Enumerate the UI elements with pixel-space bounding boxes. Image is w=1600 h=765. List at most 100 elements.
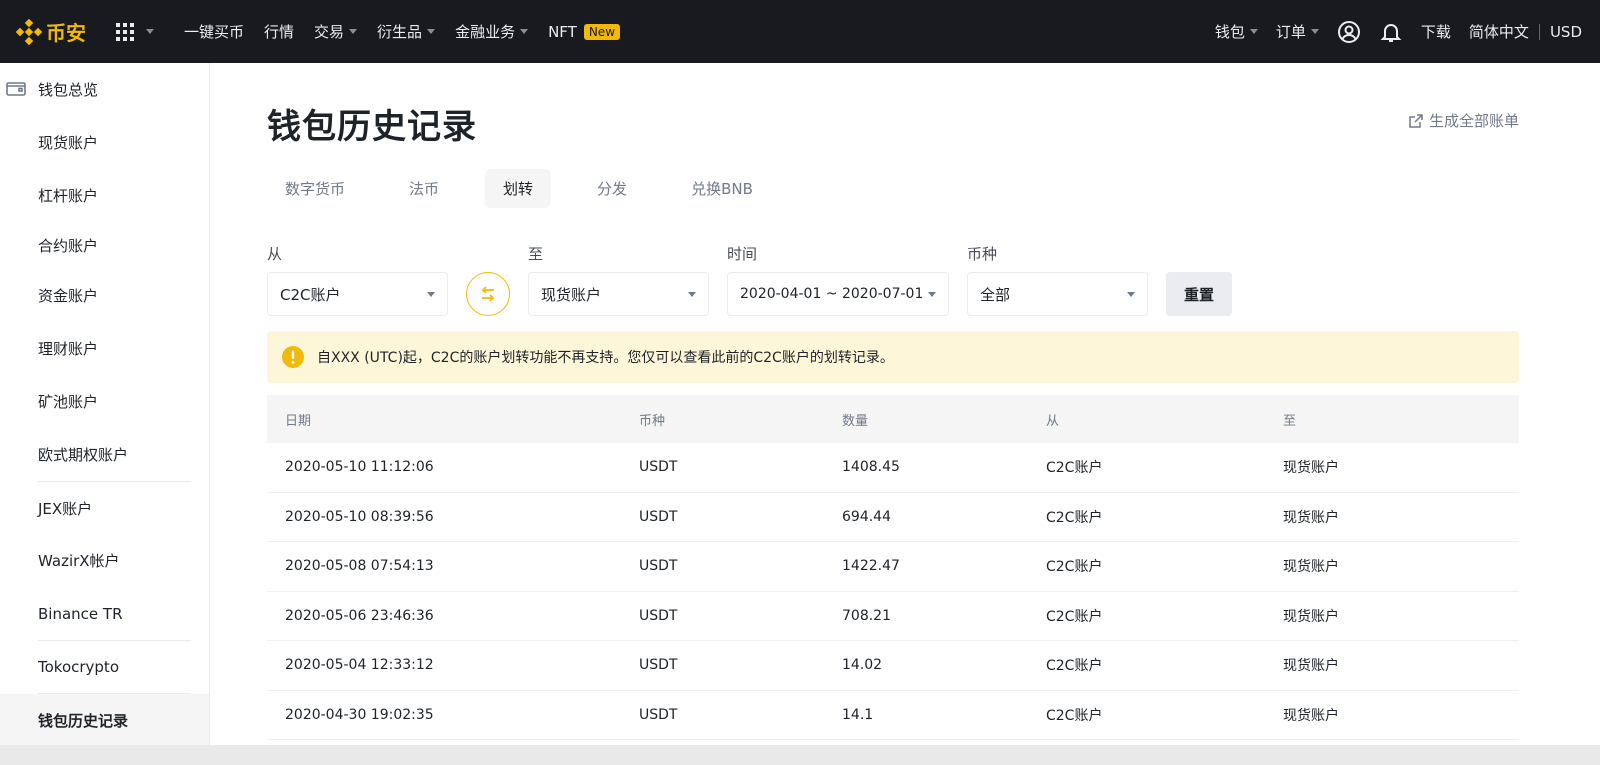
column-header-amount[interactable]: 数量: [842, 410, 1046, 429]
from-account-select[interactable]: C2C账户: [267, 272, 448, 316]
nav-label: 钱包: [1214, 23, 1245, 41]
chevron-down-icon: [146, 29, 154, 34]
tab-fiat[interactable]: 法币: [391, 169, 457, 208]
cell-coin: USDT: [639, 607, 678, 624]
sidebar-item-wallet-history[interactable]: 钱包历史记录: [0, 694, 209, 747]
warning-icon: [282, 346, 304, 368]
time-label: 时间: [727, 245, 758, 263]
tab-convert-bnb[interactable]: 兑换BNB: [673, 169, 771, 208]
user-account-button[interactable]: [1328, 0, 1370, 63]
tab-label: 划转: [503, 180, 534, 198]
nav-orders[interactable]: 订单: [1267, 0, 1328, 63]
date-range-select[interactable]: 2020-04-01 ~ 2020-07-01: [727, 272, 949, 316]
from-label: 从: [267, 245, 283, 263]
cell-coin: USDT: [639, 706, 678, 723]
sidebar-item-label: 钱包历史记录: [38, 712, 129, 730]
chevron-down-icon: [688, 291, 696, 297]
sidebar-item-funding[interactable]: 资金账户: [0, 269, 209, 322]
sidebar-item-label: 资金账户: [38, 287, 99, 305]
cell-coin: USDT: [639, 558, 678, 575]
top-navbar: 币安 一键买币 行情 交易 衍生品 金融业务 NFT New 钱包 订单 下载 …: [0, 0, 1600, 63]
brand-logo[interactable]: 币安: [16, 17, 86, 46]
sidebar-item-jex[interactable]: JEX账户: [0, 482, 209, 534]
sidebar-item-spot[interactable]: 现货账户: [0, 116, 209, 169]
sidebar-item-tokocrypto[interactable]: Tokocrypto: [0, 641, 209, 693]
cell-date: 2020-05-04 12:33:12: [285, 657, 434, 674]
cell-date: 2020-04-30 19:02:35: [285, 706, 434, 723]
cell-to: 现货账户: [1283, 509, 1339, 526]
select-value: 现货账户: [541, 285, 602, 304]
cell-amount: 1408.45: [842, 459, 900, 476]
table-row: 2020-04-30 19:02:35 USDT 14.1 C2C账户 现货账户: [267, 691, 1519, 740]
column-header-coin[interactable]: 币种: [639, 410, 842, 429]
chevron-down-icon: [520, 29, 529, 34]
chevron-down-icon: [928, 291, 936, 297]
new-badge: New: [583, 23, 621, 40]
cell-to: 现货账户: [1283, 608, 1339, 625]
language-selector[interactable]: 简体中文: [1460, 0, 1537, 63]
column-header-to[interactable]: 至: [1283, 410, 1519, 429]
sidebar-item-options[interactable]: 欧式期权账户: [0, 428, 209, 481]
cell-amount: 708.21: [842, 607, 891, 624]
tab-distribution[interactable]: 分发: [579, 169, 645, 208]
nav-markets[interactable]: 行情: [254, 0, 304, 63]
sidebar-item-wallet-overview[interactable]: 钱包总览: [0, 63, 209, 116]
currency-selector[interactable]: USD: [1542, 0, 1582, 63]
cell-to: 现货账户: [1283, 658, 1339, 675]
nav-buy-crypto[interactable]: 一键买币: [174, 0, 254, 63]
nav-nft[interactable]: NFT New: [538, 0, 630, 63]
sidebar-item-label: Binance TR: [38, 604, 123, 623]
nav-label: 订单: [1275, 23, 1306, 41]
table-header: 日期 币种 数量 从 至: [267, 395, 1519, 443]
nav-finance[interactable]: 金融业务: [445, 0, 538, 63]
nav-download[interactable]: 下载: [1412, 0, 1460, 63]
cell-from: C2C账户: [1046, 460, 1103, 477]
external-link-icon: [1409, 113, 1423, 128]
sidebar-item-label: 现货账户: [38, 134, 99, 152]
coin-select[interactable]: 全部: [967, 272, 1148, 316]
column-header-from[interactable]: 从: [1046, 410, 1283, 429]
sidebar-item-wazirx[interactable]: WazirX帐户: [0, 534, 209, 587]
column-header-date[interactable]: 日期: [267, 410, 639, 429]
notifications-button[interactable]: [1370, 0, 1412, 63]
export-statement-link[interactable]: 生成全部账单: [1409, 110, 1519, 131]
coin-field: 币种 全部: [967, 243, 1148, 316]
select-value: C2C账户: [280, 285, 341, 304]
nav-trade[interactable]: 交易: [304, 0, 367, 63]
table-row: 2020-05-10 08:39:56 USDT 694.44 C2C账户 现货…: [267, 493, 1519, 542]
chevron-down-icon: [427, 291, 435, 297]
reset-button[interactable]: 重置: [1166, 272, 1232, 316]
sidebar-item-label: 合约账户: [38, 237, 99, 255]
tab-transfer[interactable]: 划转: [485, 169, 552, 208]
sidebar-item-pool[interactable]: 矿池账户: [0, 375, 209, 428]
cell-date: 2020-05-06 23:46:36: [285, 607, 434, 624]
brand-name: 币安: [46, 21, 86, 45]
nav-wallet[interactable]: 钱包: [1206, 0, 1267, 63]
sidebar-item-earn[interactable]: 理财账户: [0, 322, 209, 375]
swap-accounts-button[interactable]: [466, 272, 510, 316]
nav-label: 行情: [264, 23, 295, 41]
nav-label: 交易: [314, 23, 345, 41]
tab-label: 分发: [597, 180, 628, 198]
sidebar-item-margin[interactable]: 杠杆账户: [0, 169, 209, 222]
binance-logo-icon: [16, 18, 42, 45]
nav-derivatives[interactable]: 衍生品: [367, 0, 445, 63]
nav-label: 一键买币: [184, 23, 245, 41]
nav-label: 金融业务: [455, 23, 516, 41]
cell-amount: 14.02: [842, 657, 883, 674]
sidebar-item-futures[interactable]: 合约账户: [0, 222, 209, 269]
tab-label: 法币: [409, 180, 440, 198]
coin-label: 币种: [967, 245, 998, 263]
cell-to: 现货账户: [1283, 559, 1339, 576]
apps-menu[interactable]: [116, 22, 154, 41]
sidebar-item-binance-tr[interactable]: Binance TR: [0, 587, 209, 640]
sidebar-item-label: 杠杆账户: [38, 187, 99, 205]
swap-icon: [481, 286, 495, 302]
sidebar-item-label: 理财账户: [38, 340, 99, 358]
table-row: 2020-05-08 07:54:13 USDT 1422.47 C2C账户 现…: [267, 542, 1519, 592]
to-account-select[interactable]: 现货账户: [528, 272, 709, 316]
cell-from: C2C账户: [1046, 707, 1103, 724]
to-label: 至: [528, 245, 544, 263]
nav-label: 衍生品: [377, 23, 423, 41]
tab-crypto[interactable]: 数字货币: [267, 169, 363, 208]
